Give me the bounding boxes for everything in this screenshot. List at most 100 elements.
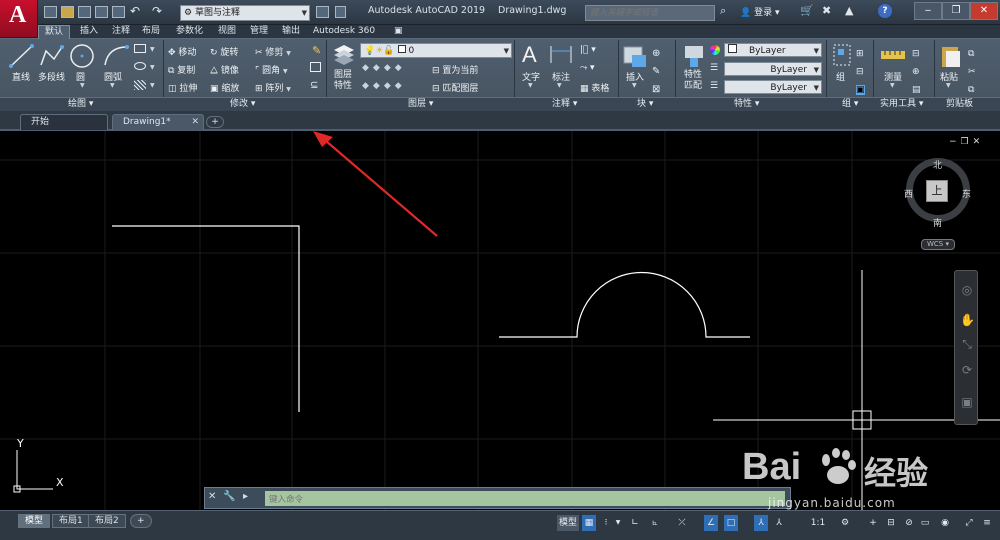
search-icon[interactable]: ⌕ [720,4,726,18]
color-dropdown[interactable]: ByLayer ▼ [724,43,822,57]
save-icon[interactable] [78,6,91,18]
properties-panel-title[interactable]: 特性 ▾ [734,98,759,111]
object-snap-tracking-icon[interactable]: ∠ [704,515,718,531]
offset-icon[interactable]: ⊆ [310,80,318,91]
new-icon[interactable] [44,6,57,18]
showmotion-icon[interactable]: ▣ [960,395,974,409]
groups-panel-title[interactable]: 组 ▾ [842,98,858,111]
scale-button[interactable]: ▣ 缩放 [210,81,239,94]
tab-insert[interactable]: 插入 [80,25,98,39]
erase-icon[interactable]: ✎ [312,44,321,57]
modify-panel-title[interactable]: 修改 ▾ [230,98,255,111]
annotation-monitor-icon[interactable]: + [866,515,880,531]
lineweight-dropdown[interactable]: ByLayer ▼ [724,80,822,94]
ellipse-icon[interactable] [134,62,146,70]
hatch-icon[interactable] [134,80,146,90]
command-input[interactable] [265,491,785,506]
arc-icon[interactable] [102,43,130,69]
application-menu-button[interactable]: A [0,0,38,38]
lock-ui-icon[interactable]: ▭ [918,515,932,531]
compass-east[interactable]: 东 [962,187,971,200]
clipboard-tools[interactable]: ⧉ ✂ ⧉ [968,45,976,99]
block-panel-title[interactable]: 块 ▾ [637,98,653,111]
measure-icon[interactable] [880,45,906,65]
tab-start[interactable]: 开始 [20,114,108,130]
tab-output[interactable]: 输出 [282,25,300,39]
fillet-button[interactable]: ⌜ 圆角 ▼ [255,63,288,76]
snap-dropdown-icon[interactable]: ▼ [614,515,622,531]
quick-properties-icon[interactable]: ⊘ [902,515,916,531]
arc-dropdown-icon[interactable]: ▼ [110,82,115,89]
a360-icon[interactable]: ▲ [845,4,853,17]
save-as-icon[interactable] [95,6,108,18]
cmd-customize-icon[interactable]: 🔧 [223,491,235,502]
close-button[interactable]: ✕ [970,2,998,20]
layer-icon[interactable] [316,6,329,18]
tab-drawing1[interactable]: Drawing1* ✕ [112,114,204,130]
table-button[interactable]: ▦ 表格 [580,81,609,94]
dimension-icon[interactable] [548,43,574,67]
group-tools[interactable]: ⊞ ⊟ ▣ [856,45,865,99]
steering-wheel-icon[interactable]: ◎ [960,283,974,297]
group-icon[interactable] [832,43,854,69]
polar-toggle-icon[interactable]: ⦜ [648,515,662,531]
new-tab-button[interactable]: + [206,116,224,128]
cmd-recent-icon[interactable]: ▸ [243,491,248,502]
object-snap-icon[interactable]: □ [724,515,738,531]
arc-profile[interactable] [499,271,750,338]
layer-dropdown[interactable]: 💡☀🔓 0 ▼ [360,43,512,58]
customize-status-icon[interactable]: ≡ [980,515,994,531]
match-properties-label[interactable]: 特性匹配 [684,70,706,92]
move-button[interactable]: ✥ 移动 [168,45,196,58]
layout-tab-layout1[interactable]: 布局1 [52,514,90,528]
ortho-toggle-icon[interactable]: ∟ [628,515,642,531]
line-icon[interactable] [8,43,36,69]
tab-view[interactable]: 视图 [218,25,236,39]
tab-close-icon[interactable]: ✕ [191,115,199,129]
wcs-menu[interactable]: WCS ▾ [921,239,955,250]
layer-tools-row-1[interactable]: ◆◆◆◆ [362,63,406,73]
rectangle-icon[interactable] [134,44,146,53]
cmd-close-icon[interactable]: ✕ [208,491,216,502]
redo-icon[interactable]: ↷ [152,4,162,18]
paste-icon[interactable] [940,43,962,69]
hatch-dropdown-icon[interactable]: ▼ [150,82,155,89]
viewport-controls[interactable]: −❐✕ [949,137,984,147]
search-input[interactable] [585,5,715,21]
leader-button[interactable]: |⃩ ▾ [580,45,596,55]
text-dropdown-icon[interactable]: ▼ [528,82,533,89]
layout-tab-model[interactable]: 模型 [18,514,51,528]
orbit-icon[interactable]: ⟳ [960,363,974,377]
zoom-icon[interactable]: ⤡ [960,337,974,351]
measure-dropdown-icon[interactable]: ▼ [890,82,895,89]
help-icon[interactable]: ? [878,4,892,18]
block-tools[interactable]: ⊕ ✎ ⊠ [652,45,660,99]
clipboard-panel-title[interactable]: 剪贴板 [946,98,973,111]
viewcube-top-face[interactable]: 上 [926,180,948,202]
utilities-panel-title[interactable]: 实用工具 ▾ [880,98,923,111]
compass-north[interactable]: 北 [933,158,942,171]
line-button-label[interactable]: 直线 [12,70,30,83]
layer-tools-row-2[interactable]: ◆◆◆◆ [362,81,406,91]
cart-icon[interactable]: 🛒 [800,4,814,17]
copy-button[interactable]: ⧉ 复制 [168,63,195,76]
annotation-panel-title[interactable]: 注释 ▾ [552,98,577,111]
share-icon[interactable] [335,6,346,18]
maximize-button[interactable]: ❐ [942,2,970,20]
clean-screen-icon[interactable]: ⤢ [962,515,976,531]
tab-annotate[interactable]: 注释 [112,25,130,39]
match-properties-icon[interactable] [682,43,706,69]
trim-button[interactable]: ✂ 修剪 ▼ [255,45,291,58]
layers-panel-title[interactable]: 图层 ▾ [408,98,433,111]
insert-dropdown-icon[interactable]: ▼ [632,82,637,89]
tab-manage[interactable]: 管理 [250,25,268,39]
ellipse-dropdown-icon[interactable]: ▼ [150,64,155,71]
tab-parametric[interactable]: 参数化 [176,25,203,39]
make-current-button[interactable]: ⊟ 置为当前 [432,63,478,76]
array-button[interactable]: ⊞ 阵列 ▼ [255,81,291,94]
polyline-button-label[interactable]: 多段线 [38,70,65,83]
circle-dropdown-icon[interactable]: ▼ [80,82,85,89]
rectangle-dropdown-icon[interactable]: ▼ [150,46,155,53]
compass-west[interactable]: 西 [904,187,913,200]
layer-properties-label[interactable]: 图层特性 [334,70,356,92]
